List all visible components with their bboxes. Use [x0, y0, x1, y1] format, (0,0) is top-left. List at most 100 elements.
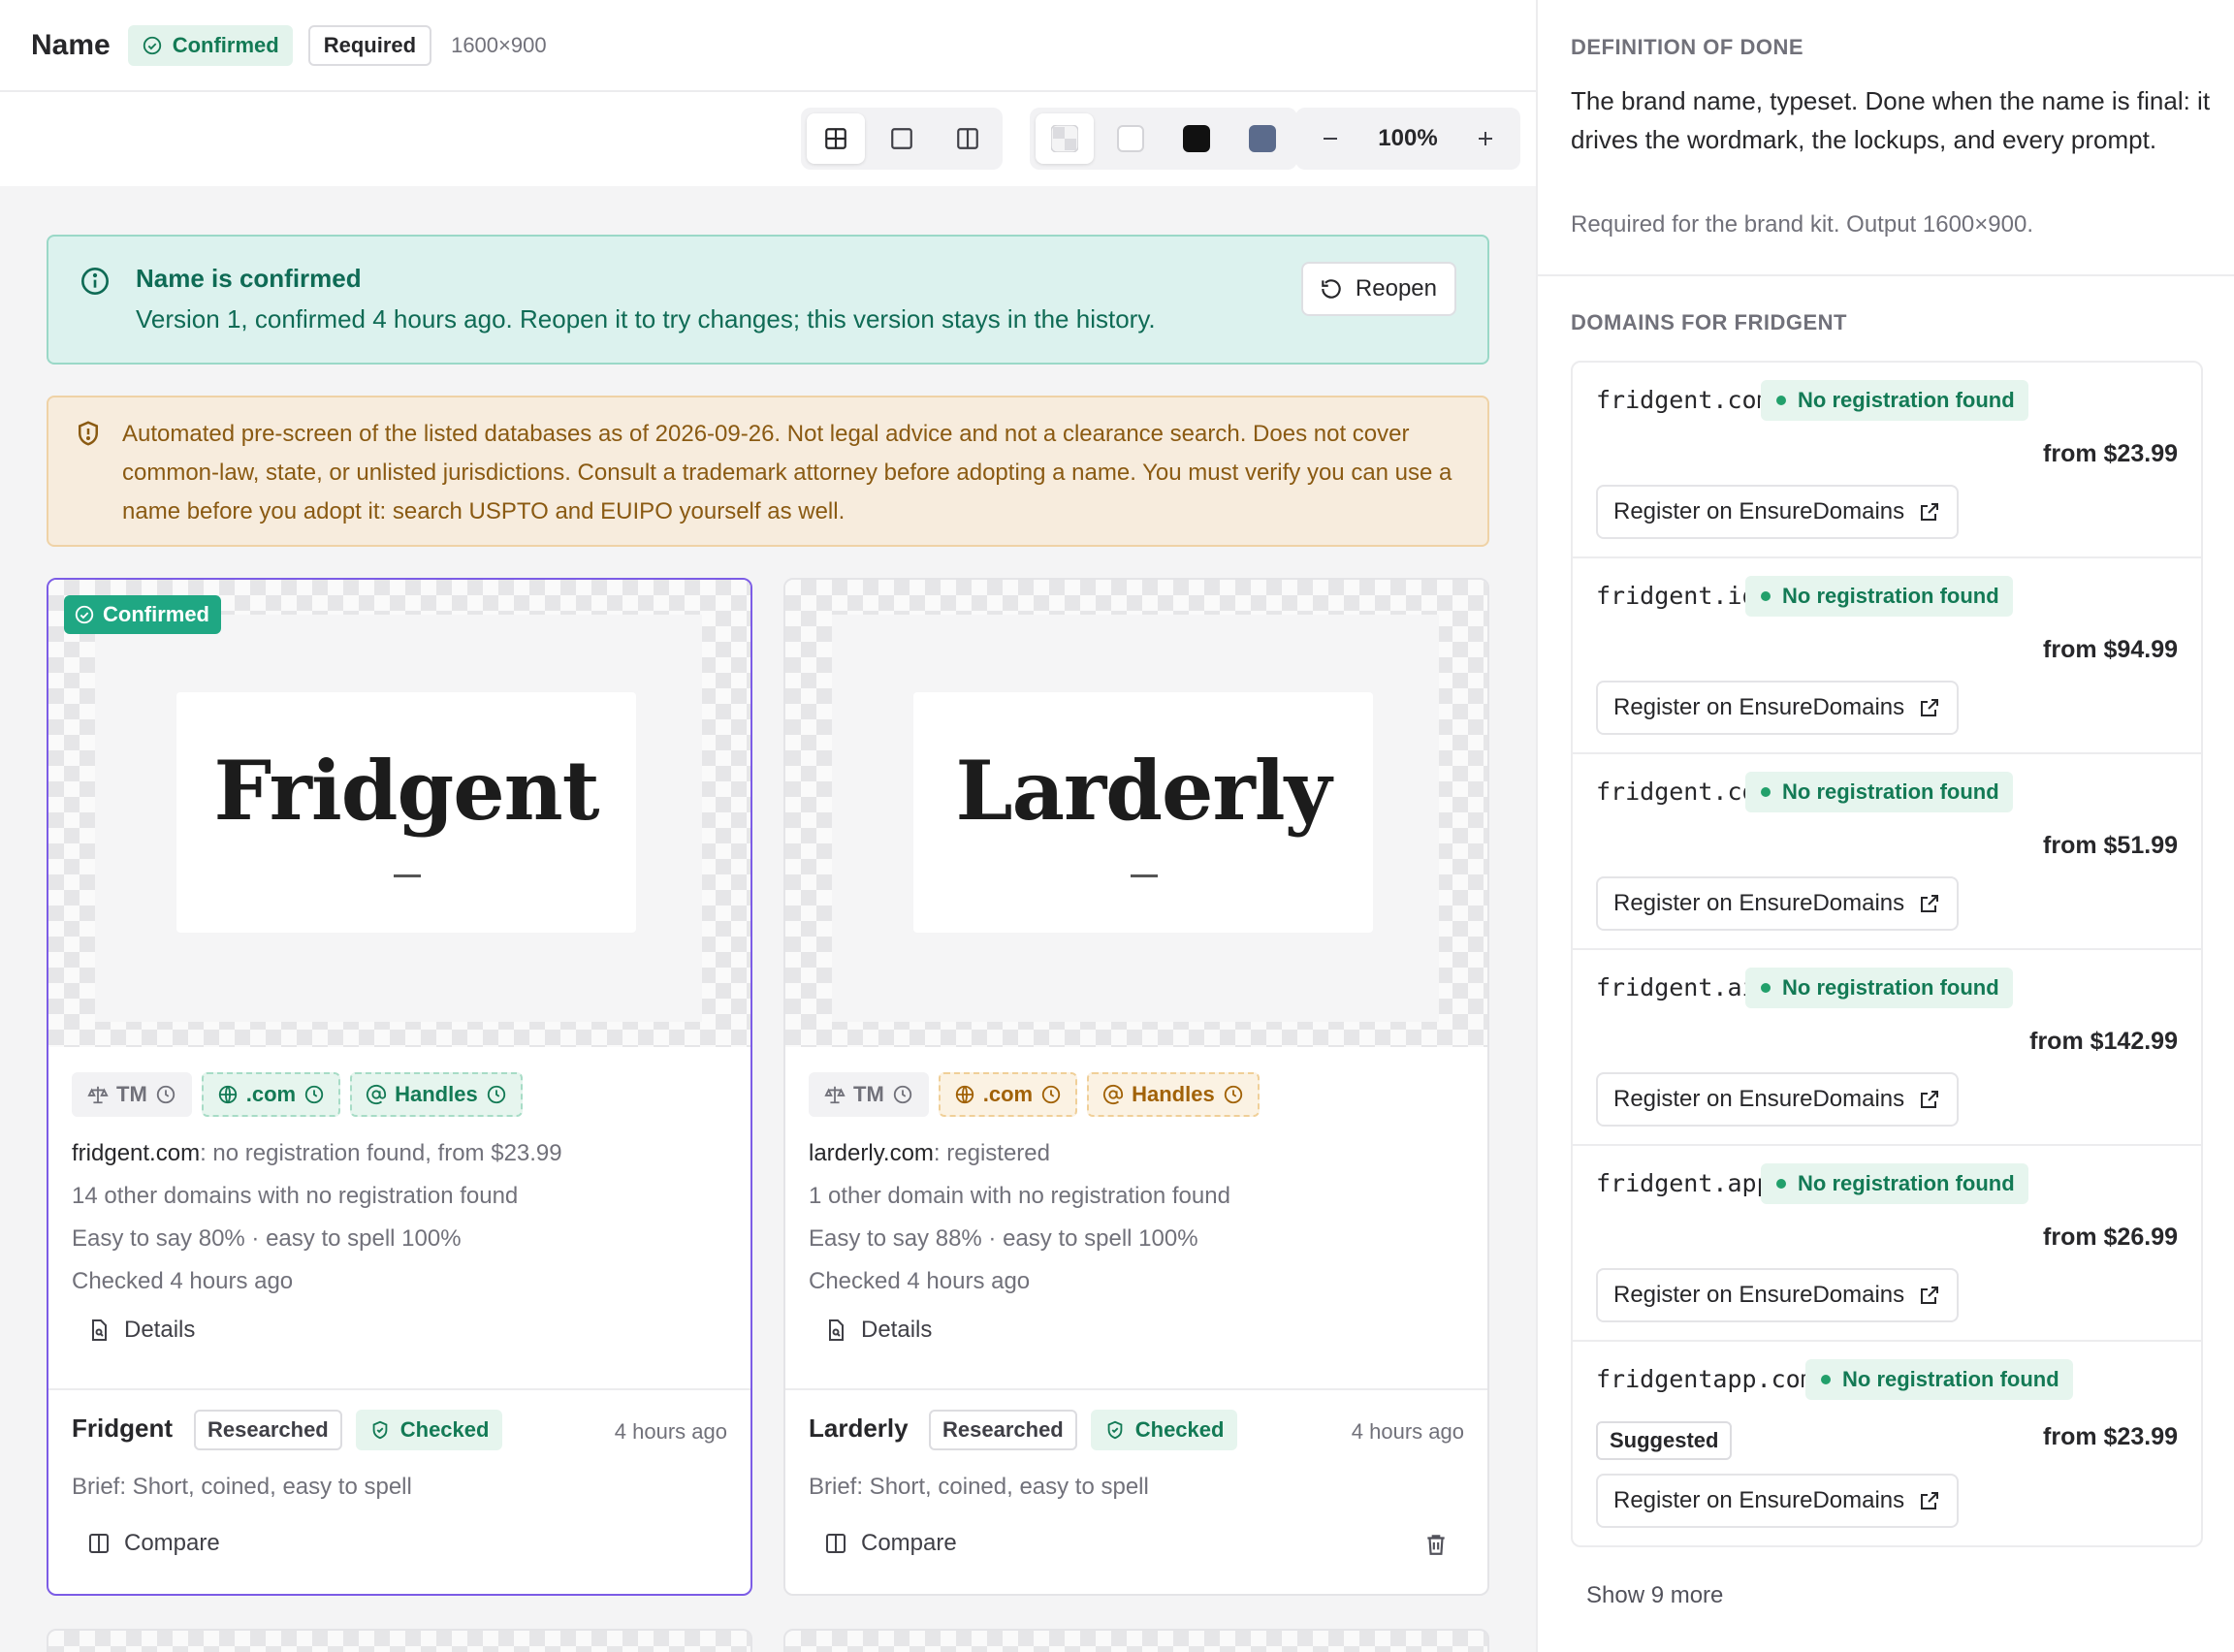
domain-list: fridgent.com No registration found from …	[1571, 361, 2203, 1547]
dod-heading: DEFINITION OF DONE	[1571, 35, 1803, 59]
domain-price: from $94.99	[2043, 636, 2178, 663]
checker-swatch-icon	[1051, 125, 1078, 152]
other-domains-line: 1 other domain with no registration foun…	[809, 1183, 1230, 1209]
wordmark-preview: Fridgent Confirmed	[48, 580, 750, 1047]
ease-line: Easy to say 80% · easy to spell 100%	[72, 1225, 462, 1252]
zoom-level: 100%	[1378, 125, 1438, 151]
domain-price: from $23.99	[2043, 440, 2178, 467]
shield-check-icon	[1104, 1419, 1126, 1441]
legal-text: Automated pre-screen of the listed datab…	[122, 421, 1452, 524]
domain-row: fridgent.com No registration found from …	[1573, 363, 2201, 558]
zoom-out-button[interactable]	[1301, 113, 1359, 164]
rotate-ccw-icon	[1319, 276, 1344, 302]
show-more-button[interactable]: Show 9 more	[1586, 1582, 1723, 1609]
tm-chip[interactable]: TM	[809, 1072, 929, 1117]
single-view-button[interactable]	[873, 113, 931, 164]
compare-label: Compare	[861, 1530, 957, 1556]
clock-icon	[303, 1084, 325, 1105]
com-chip[interactable]: .com	[938, 1072, 1078, 1117]
clock-icon	[486, 1084, 507, 1105]
main-area: Name Confirmed Required 1600×900 100% Na…	[0, 0, 1536, 1652]
split-view-button[interactable]	[939, 113, 997, 164]
checked-tag: Checked	[1090, 1410, 1238, 1450]
scale-icon	[824, 1084, 846, 1105]
com-label: .com	[245, 1082, 297, 1106]
reopen-button[interactable]: Reopen	[1300, 262, 1456, 316]
register-label: Register on EnsureDomains	[1613, 1487, 1905, 1513]
card-name: Fridgent	[72, 1414, 173, 1443]
scale-icon	[87, 1084, 109, 1105]
delete-button[interactable]	[1423, 1532, 1449, 1557]
layout-toggle-group	[801, 108, 1003, 170]
divider	[1538, 274, 2234, 276]
card-tags: Researched Checked	[194, 1410, 503, 1450]
domain-status: No registration found	[1782, 975, 1999, 1000]
compare-label: Compare	[124, 1530, 220, 1556]
details-button[interactable]: Details	[87, 1317, 195, 1344]
confirmed-banner: Name is confirmed Version 1, confirmed 4…	[47, 235, 1489, 365]
primary-domain-line: fridgent.com: no registration found, fro…	[72, 1132, 562, 1175]
handles-label: Handles	[395, 1082, 478, 1106]
domain-name: fridgent.co	[1596, 778, 1757, 806]
wordmark-text: Larderly	[955, 743, 1332, 839]
confirmed-tag: Confirmed	[64, 595, 221, 634]
domain-status-badge: No registration found	[1745, 576, 2013, 617]
register-domain-button[interactable]: Register on EnsureDomains	[1596, 876, 1960, 931]
details-label: Details	[124, 1317, 196, 1343]
compare-button[interactable]: Compare	[824, 1530, 957, 1557]
status-badge: Confirmed	[127, 24, 293, 66]
external-link-icon	[1918, 892, 1941, 915]
black-swatch	[1183, 125, 1210, 152]
details-button[interactable]: Details	[824, 1317, 932, 1344]
page-title: Name	[31, 28, 111, 61]
tm-chip[interactable]: TM	[72, 1072, 192, 1117]
status-dot	[1761, 983, 1771, 993]
register-label: Register on EnsureDomains	[1613, 890, 1905, 916]
file-search-icon	[824, 1318, 847, 1342]
domain-name: fridgentapp.com	[1596, 1365, 1815, 1393]
com-chip[interactable]: .com	[201, 1072, 341, 1117]
columns-icon	[824, 1532, 847, 1555]
domain-row: fridgent.io No registration found from $…	[1573, 558, 2201, 754]
register-domain-button[interactable]: Register on EnsureDomains	[1596, 681, 1960, 735]
domain-row: fridgent.co No registration found from $…	[1573, 754, 2201, 950]
domain-row: fridgentapp.com No registration found Su…	[1573, 1342, 2201, 1545]
status-dot	[1821, 1375, 1831, 1384]
name-card-larderly[interactable]: Larderly TM .com Handles larderly.com: r…	[783, 578, 1489, 1596]
card-name: Larderly	[809, 1414, 909, 1443]
card-meta: larderly.com: registered 1 other domain …	[809, 1132, 1230, 1303]
domain-name: fridgent.io	[1596, 582, 1757, 610]
dod-subtext: Required for the brand kit. Output 1600×…	[1571, 211, 2033, 238]
status-dot	[1776, 1179, 1786, 1189]
slate-swatch	[1249, 125, 1276, 152]
register-domain-button[interactable]: Register on EnsureDomains	[1596, 1072, 1960, 1127]
grid-icon	[823, 126, 848, 151]
register-domain-button[interactable]: Register on EnsureDomains	[1596, 485, 1960, 539]
slate-bg-button[interactable]	[1233, 113, 1292, 164]
grid-view-button[interactable]	[807, 113, 865, 164]
register-domain-button[interactable]: Register on EnsureDomains	[1596, 1268, 1960, 1322]
compare-button[interactable]: Compare	[87, 1530, 220, 1557]
name-card-fridgent[interactable]: Fridgent Confirmed TM .com Handles fridg…	[47, 578, 752, 1596]
domain-status-badge: No registration found	[1761, 380, 2028, 421]
checked-line: Checked 4 hours ago	[809, 1268, 1031, 1294]
dod-text: The brand name, typeset. Done when the n…	[1571, 86, 2211, 154]
register-label: Register on EnsureDomains	[1613, 1086, 1905, 1112]
domain-row: fridgent.app No registration found from …	[1573, 1146, 2201, 1342]
card-time: 4 hours ago	[1351, 1419, 1464, 1444]
dark-bg-button[interactable]	[1167, 113, 1226, 164]
zoom-in-button[interactable]	[1456, 113, 1515, 164]
handles-chip[interactable]: Handles	[1087, 1072, 1260, 1117]
domain-name: fridgent.com	[1596, 386, 1771, 414]
ease-line: Easy to say 88% · easy to spell 100%	[809, 1225, 1198, 1252]
sidebar: DEFINITION OF DONE The brand name, types…	[1536, 0, 2234, 1652]
tm-label: TM	[853, 1082, 884, 1106]
white-bg-button[interactable]	[1101, 113, 1160, 164]
reopen-label: Reopen	[1355, 275, 1437, 302]
shield-alert-icon	[74, 419, 103, 448]
handles-chip[interactable]: Handles	[350, 1072, 523, 1117]
domain-name: fridgent.ai	[1596, 973, 1757, 1001]
transparent-bg-button[interactable]	[1036, 113, 1094, 164]
register-domain-button[interactable]: Register on EnsureDomains	[1596, 1474, 1960, 1528]
domain-status: No registration found	[1782, 584, 1999, 608]
